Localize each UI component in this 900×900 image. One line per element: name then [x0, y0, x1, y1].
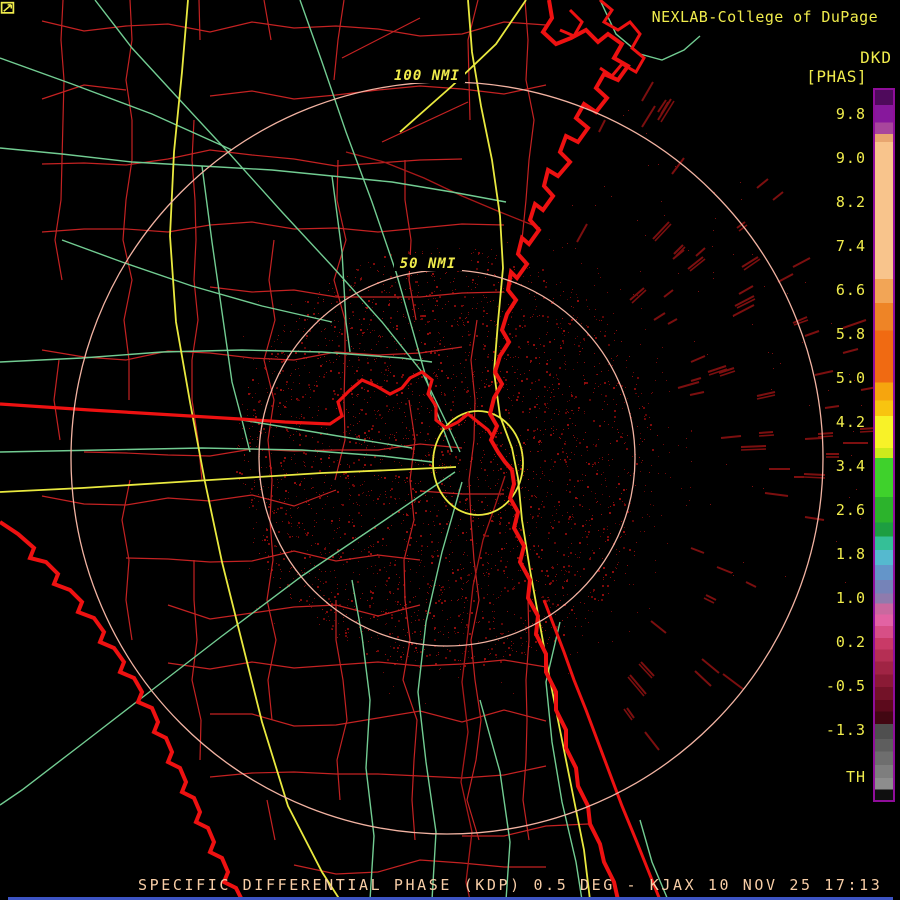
colorbar-tick: 5.8: [835, 325, 866, 343]
county-border-line: [381, 101, 469, 143]
colorbar: [873, 88, 895, 802]
county-border-line: [209, 286, 505, 298]
county-border-line: [209, 765, 547, 779]
colorbar-tick: 0.2: [835, 633, 866, 651]
product-code-label: DKD: [860, 48, 892, 67]
colorbar-tick: 5.0: [835, 369, 866, 387]
colorbar-tick: -0.5: [825, 677, 866, 695]
range-ring-inner: [258, 269, 636, 647]
gulf-coastline: [0, 520, 244, 900]
threshold-label: TH: [845, 768, 866, 786]
colorbar-gradient: [875, 90, 893, 800]
county-border-line: [41, 221, 505, 233]
state-border: [0, 370, 494, 437]
county-border-line: [42, 150, 546, 166]
colorbar-tick: 6.6: [835, 281, 866, 299]
radar-display: 100 NMI 50 NMI NEXLAB-College of DuPage …: [0, 0, 900, 900]
colorbar-tick: 9.8: [835, 105, 866, 123]
colorbar-tick: 2.6: [835, 501, 866, 519]
county-border-line: [41, 489, 504, 507]
county-border-line: [126, 551, 504, 566]
colorbar-tick: 4.2: [835, 413, 866, 431]
units-label: [PHAS]: [806, 67, 867, 86]
colorbar-tick: 1.0: [835, 589, 866, 607]
brand-title: NEXLAB-College of DuPage: [651, 8, 878, 26]
colorbar-ticks: 9.8 9.0 8.2 7.4 6.6 5.8 5.0 4.2 3.4 2.6 1.8 1.0 0.2 -…: [804, 88, 866, 802]
radar-map: 100 NMI 50 NMI: [0, 0, 884, 900]
county-border-line: [121, 0, 133, 641]
colorbar-tick: 7.4: [835, 237, 866, 255]
nexlab-logo-icon: [0, 1, 15, 14]
county-border-line: [167, 659, 547, 670]
clutter-speckle-layer: [229, 239, 692, 704]
range-ring-outer: [70, 81, 824, 835]
colorbar-tick: 3.4: [835, 457, 866, 475]
county-border-line: [521, 0, 535, 841]
range-rings: [70, 81, 824, 835]
outer-ring-label: 100 NMI: [394, 68, 460, 84]
colorbar-tick: 9.0: [835, 149, 866, 167]
county-border-line: [41, 84, 547, 100]
colorbar-tick: 1.8: [835, 545, 866, 563]
status-text: SPECIFIC DIFFERENTIAL PHASE (KDP) 0.5 DE…: [138, 876, 883, 894]
colorbar-tick: 8.2: [835, 193, 866, 211]
county-border-line: [341, 17, 421, 59]
inner-ring-label: 50 NMI: [400, 256, 457, 272]
county-borders: [41, 0, 589, 875]
colorbar-tick: -1.3: [825, 721, 866, 739]
